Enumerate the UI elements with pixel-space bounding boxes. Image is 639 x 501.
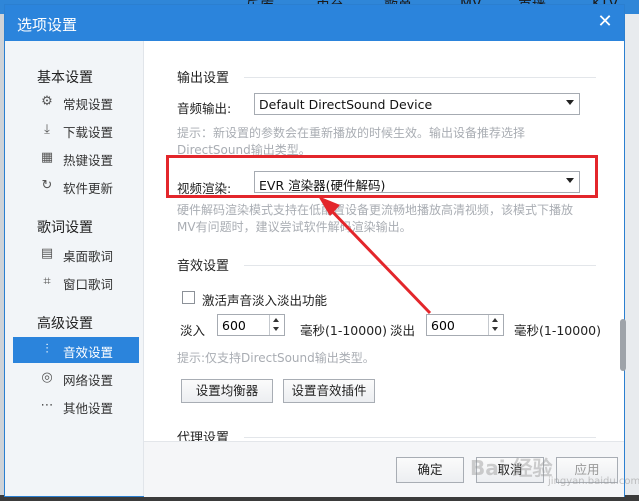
annotation-arrow bbox=[318, 196, 432, 315]
watermark-sub: jingyan.baidu.com bbox=[548, 476, 639, 487]
watermark: Bai 经验 bbox=[470, 456, 553, 480]
arrow-shaft bbox=[324, 203, 432, 315]
arrow-head bbox=[318, 196, 340, 216]
